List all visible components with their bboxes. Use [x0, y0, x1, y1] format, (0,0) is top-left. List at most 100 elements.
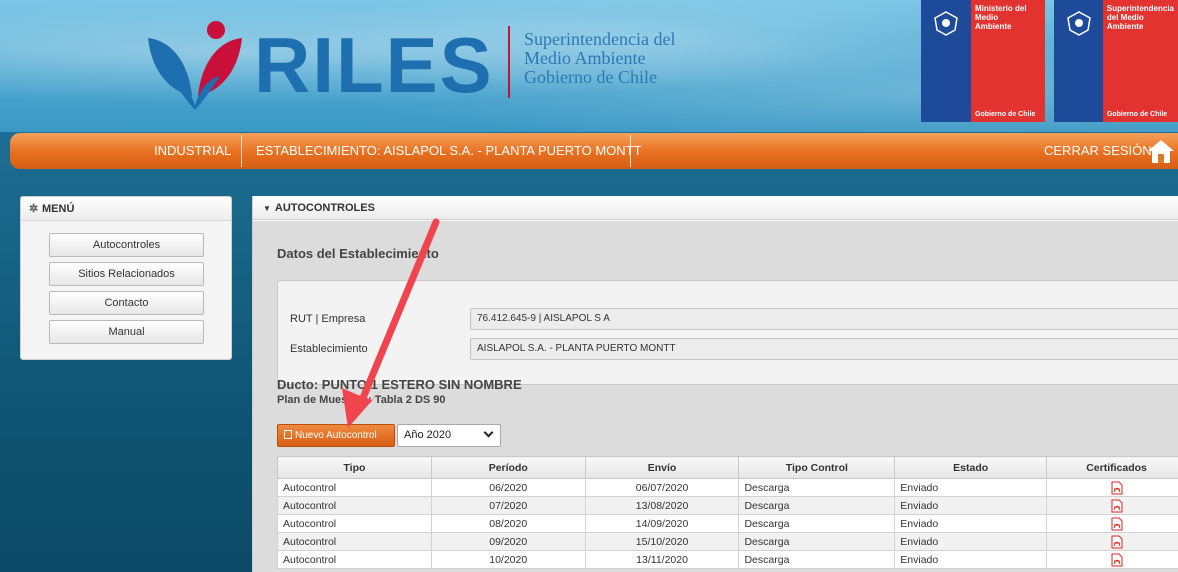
table-row: Autocontrol 07/2020 13/08/2020 Descarga … [277, 496, 1178, 515]
ministerio-line-3: Ambiente [975, 22, 1012, 31]
menu-body: Autocontroles Sitios Relacionados Contac… [21, 221, 231, 344]
cell-certificados [1046, 514, 1178, 533]
col-tipo[interactable]: Tipo [277, 456, 432, 479]
establecimiento-label: Establecimiento [290, 343, 368, 355]
year-select-value: Año 2020 [404, 429, 452, 441]
cell-tipo: Autocontrol [277, 514, 432, 533]
brand-divider [508, 26, 510, 98]
cell-periodo: 10/2020 [430, 550, 586, 569]
ministerio-footer: Gobierno de Chile [975, 111, 1036, 118]
menu-item-sitios-relacionados[interactable]: Sitios Relacionados [49, 262, 204, 286]
table-row: Autocontrol 08/2020 14/09/2020 Descarga … [277, 514, 1178, 533]
cell-tipo: Autocontrol [277, 532, 432, 551]
menu-item-manual[interactable]: Manual [49, 320, 204, 344]
cell-estado: Enviado [894, 550, 1048, 569]
superintendencia-footer: Gobierno de Chile [1106, 111, 1168, 118]
cell-periodo: 07/2020 [430, 496, 586, 515]
ministerio-logo: Ministerio del Medio Ambiente Gobierno d… [921, 0, 1045, 122]
brand-subtitle: Superintendencia del Medio Ambiente Gobi… [524, 30, 675, 87]
subtitle-line-2: Medio Ambiente [524, 48, 646, 68]
table-row: Autocontrol 09/2020 15/10/2020 Descarga … [277, 532, 1178, 551]
cell-envio: 15/10/2020 [584, 532, 740, 551]
cell-estado: Enviado [894, 478, 1048, 497]
chile-seal-icon [934, 11, 958, 36]
triangle-down-icon: ▼ [263, 204, 271, 213]
ministerio-line-2: Medio [975, 13, 999, 22]
subtitle-line-3: Gobierno de Chile [524, 67, 657, 87]
col-envio[interactable]: Envío [584, 456, 740, 479]
col-periodo[interactable]: Período [430, 456, 586, 479]
table-header-row: Tipo Período Envío Tipo Control Estado C… [277, 456, 1178, 479]
pdf-icon[interactable] [1111, 553, 1123, 567]
cell-estado: Enviado [894, 496, 1048, 515]
panel-body: Datos del Establecimiento RUT | Empresa … [253, 221, 1178, 572]
cell-periodo: 08/2020 [430, 514, 586, 533]
cell-certificados [1046, 532, 1178, 551]
nav-industrial[interactable]: INDUSTRIAL [154, 133, 231, 169]
cell-certificados [1046, 478, 1178, 497]
cell-envio: 14/09/2020 [584, 514, 740, 533]
col-certificados[interactable]: Certificados [1046, 456, 1178, 479]
autocontrol-table: Tipo Período Envío Tipo Control Estado C… [277, 456, 1178, 569]
cell-tipo-control: Descarga [738, 550, 896, 569]
panel-title: AUTOCONTROLES [274, 202, 375, 214]
cell-estado: Enviado [894, 532, 1048, 551]
chile-seal-icon [1067, 11, 1091, 36]
pdf-icon[interactable] [1111, 481, 1123, 495]
chevron-down-icon [483, 427, 494, 438]
col-tipo-control[interactable]: Tipo Control [738, 456, 896, 479]
cell-periodo: 09/2020 [430, 532, 586, 551]
superintendencia-line-2: del Medio [1106, 13, 1144, 22]
cell-certificados [1046, 496, 1178, 515]
pdf-icon[interactable] [1111, 499, 1123, 513]
table-row: Autocontrol 06/2020 06/07/2020 Descarga … [277, 478, 1178, 497]
superintendencia-line-3: Ambiente [1106, 22, 1144, 31]
cell-tipo: Autocontrol [277, 550, 432, 569]
establishment-info: RUT | Empresa 76.412.645-9 | AISLAPOL S … [277, 280, 1178, 385]
cell-tipo-control: Descarga [738, 532, 896, 551]
nav-divider [241, 135, 242, 167]
year-select[interactable]: Año 2020 [397, 424, 501, 447]
rut-label: RUT | Empresa [290, 313, 366, 325]
gear-icon: ✲ [29, 203, 39, 215]
menu-item-autocontroles[interactable]: Autocontroles [49, 233, 204, 257]
logout-link[interactable]: CERRAR SESIÓN [1044, 133, 1152, 169]
superintendencia-logo: Superintendencia del Medio Ambiente Gobi… [1054, 0, 1178, 122]
ducto-title: Ducto: PUNTO 1 ESTERO SIN NOMBRE [277, 377, 522, 392]
superintendencia-line-1: Superintendencia [1106, 4, 1174, 13]
cell-certificados [1046, 550, 1178, 569]
document-icon [284, 430, 292, 439]
site-header: RILES Superintendencia del Medio Ambient… [0, 0, 1178, 132]
col-estado[interactable]: Estado [894, 456, 1048, 479]
pdf-icon[interactable] [1111, 517, 1123, 531]
menu-title: MENÚ [42, 203, 75, 215]
ministerio-line-1: Ministerio del [975, 4, 1027, 13]
new-autocontrol-button[interactable]: Nuevo Autocontrol [277, 424, 395, 447]
rut-value: 76.412.645-9 | AISLAPOL S A [470, 308, 1178, 330]
panel-header[interactable]: ▼ AUTOCONTROLES [253, 196, 1178, 220]
menu-item-contacto[interactable]: Contacto [49, 291, 204, 315]
riles-logo-icon [148, 21, 242, 110]
cell-envio: 06/07/2020 [584, 478, 740, 497]
cell-envio: 13/11/2020 [584, 550, 740, 569]
establecimiento-value: AISLAPOL S.A. - PLANTA PUERTO MONTT [470, 338, 1178, 360]
cell-tipo: Autocontrol [277, 496, 432, 515]
home-icon[interactable] [1146, 137, 1176, 165]
menu-header: ✲ MENÚ [21, 197, 231, 221]
new-autocontrol-label: Nuevo Autocontrol [295, 430, 377, 441]
cell-estado: Enviado [894, 514, 1048, 533]
nav-establecimiento[interactable]: ESTABLECIMIENTO: AISLAPOL S.A. - PLANTA … [256, 133, 642, 169]
nav-divider [630, 135, 631, 167]
cell-tipo-control: Descarga [738, 496, 896, 515]
subtitle-line-1: Superintendencia del [524, 29, 676, 49]
cell-tipo-control: Descarga [738, 478, 896, 497]
side-menu: ✲ MENÚ Autocontroles Sitios Relacionados … [20, 196, 232, 360]
brand-title: RILES [254, 21, 494, 109]
top-nav: INDUSTRIAL ESTABLECIMIENTO: AISLAPOL S.A… [10, 133, 1178, 169]
table-row: Autocontrol 10/2020 13/11/2020 Descarga … [277, 550, 1178, 569]
plan-subtitle: Plan de Muestreo: Tabla 2 DS 90 [277, 394, 446, 406]
cell-tipo-control: Descarga [738, 514, 896, 533]
cell-envio: 13/08/2020 [584, 496, 740, 515]
section-title: Datos del Establecimiento [277, 246, 439, 261]
pdf-icon[interactable] [1111, 535, 1123, 549]
